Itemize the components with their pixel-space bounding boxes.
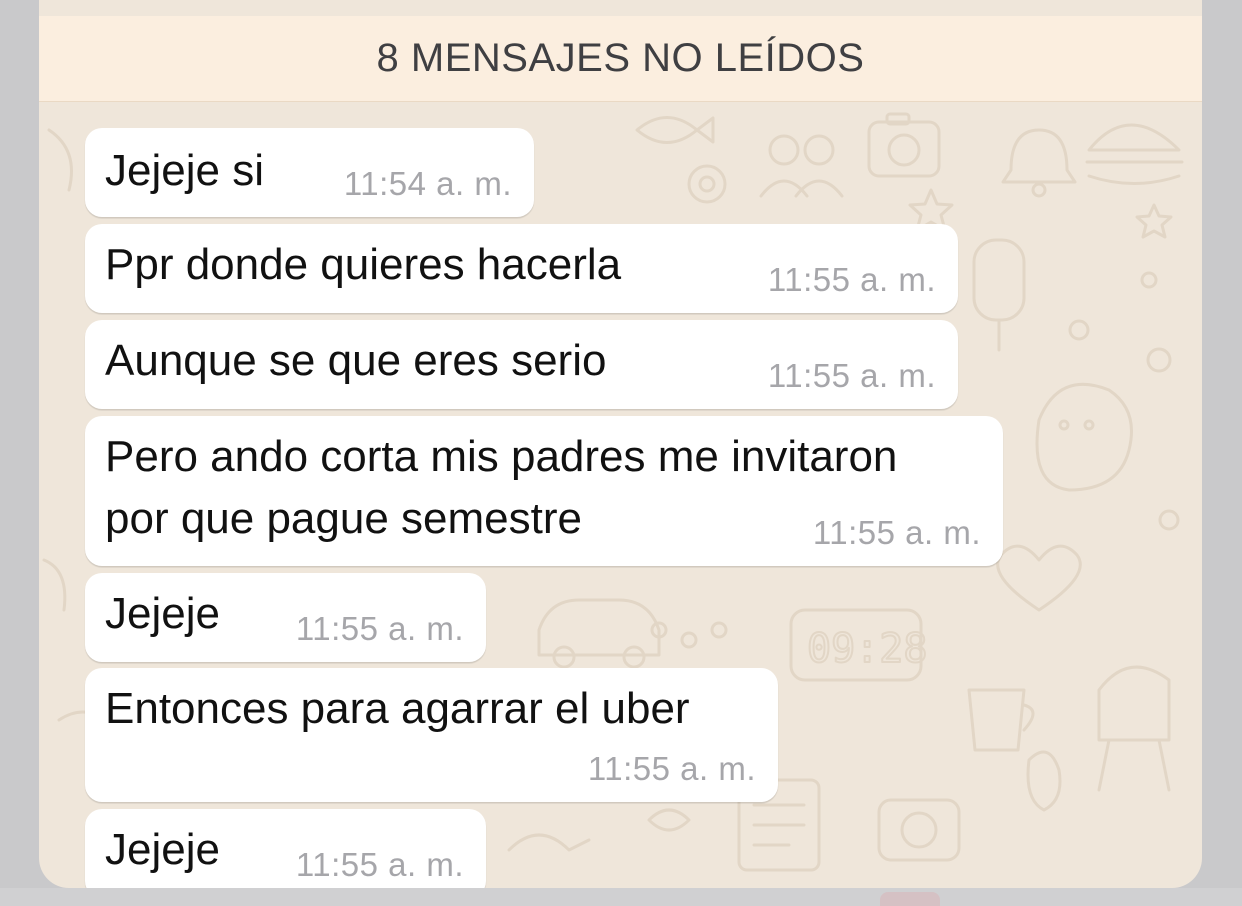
message-text: Jejeje	[105, 825, 220, 874]
message-text: Entonces para agarrar el uber	[105, 684, 690, 733]
message-time: 11:55 a. m.	[587, 750, 756, 787]
message-time: 11:55 a. m.	[812, 514, 981, 551]
chat-conversation-area[interactable]: 09:28 8 MENSAJES NO LEÍDOS Jejeje si 11:…	[39, 0, 1202, 888]
svg-text:09:28: 09:28	[807, 626, 927, 672]
message-bubble[interactable]: Aunque se que eres serio 11:55 a. m.	[85, 320, 958, 409]
message-text: Jejeje	[105, 589, 220, 638]
unread-messages-label: 8 MENSAJES NO LEÍDOS	[376, 36, 865, 80]
message-time: 11:55 a. m.	[295, 846, 464, 883]
message-text: Aunque se que eres serio	[105, 336, 607, 385]
message-bubble[interactable]: Jejeje 11:55 a. m.	[85, 573, 486, 662]
message-text: Ppr donde quieres hacerla	[105, 240, 622, 289]
message-bubble[interactable]: Jejeje si 11:54 a. m.	[85, 128, 534, 217]
message-bubble[interactable]: Entonces para agarrar el uber 11:55 a. m…	[85, 668, 778, 802]
chat-screen: 09:28 8 MENSAJES NO LEÍDOS Jejeje si 11:…	[0, 0, 1242, 906]
message-bubble[interactable]: Jejeje 11:55 a. m.	[85, 809, 486, 888]
message-text: Pero ando corta mis padres me invitaron …	[105, 432, 898, 543]
message-time: 11:55 a. m.	[767, 357, 936, 394]
unread-messages-banner: 8 MENSAJES NO LEÍDOS	[39, 16, 1202, 102]
message-time: 11:55 a. m.	[295, 610, 464, 647]
message-time: 11:55 a. m.	[767, 261, 936, 298]
message-text: Jejeje si	[105, 146, 264, 195]
message-time: 11:54 a. m.	[343, 165, 512, 202]
bottom-edge	[0, 888, 1242, 906]
message-bubble[interactable]: Ppr donde quieres hacerla 11:55 a. m.	[85, 224, 958, 313]
partial-background-element	[880, 892, 940, 906]
message-bubble[interactable]: Pero ando corta mis padres me invitaron …	[85, 416, 1003, 566]
